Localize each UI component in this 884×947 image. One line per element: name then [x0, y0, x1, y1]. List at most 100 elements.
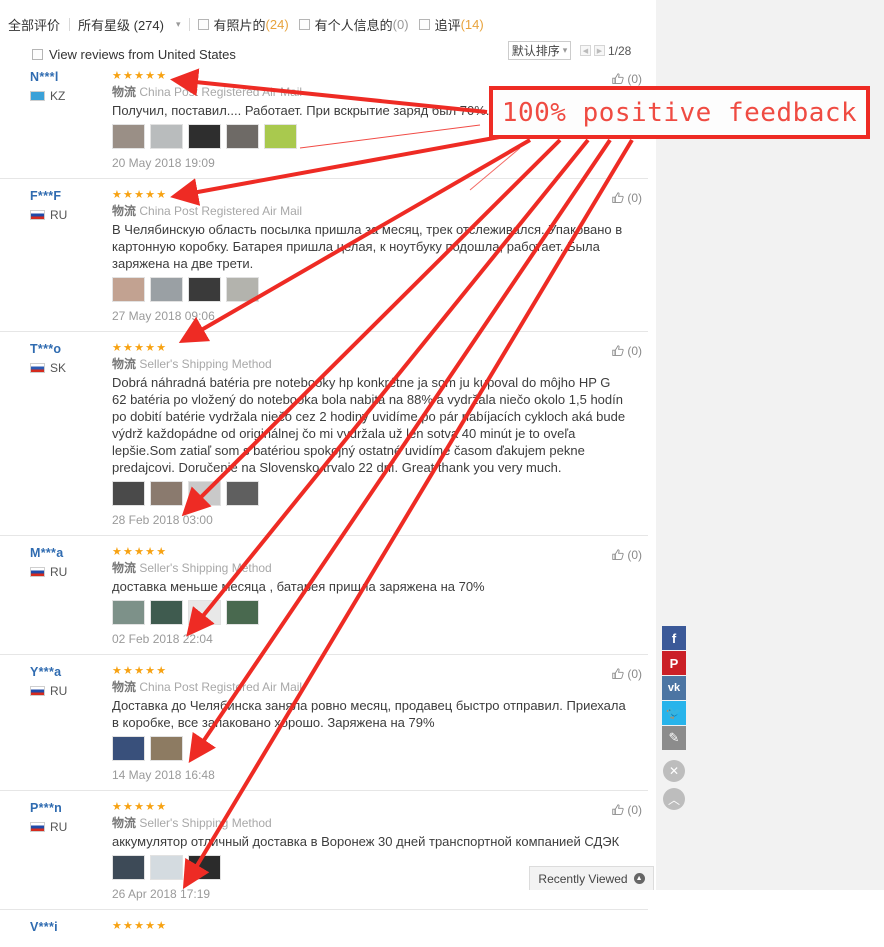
- filter-followup-count: (14): [460, 16, 484, 32]
- review-photo-thumbnail[interactable]: [226, 277, 259, 302]
- review-username[interactable]: Y***a: [30, 665, 112, 679]
- review-username[interactable]: M***a: [30, 546, 112, 560]
- filter-with-personal-info[interactable]: 有个人信息的 (0): [298, 15, 409, 34]
- rating-stars: ★★★★★: [112, 665, 168, 677]
- chevron-down-icon[interactable]: ▾: [176, 19, 181, 30]
- divider-2: [188, 17, 190, 31]
- review-photo-thumbnail[interactable]: [112, 277, 145, 302]
- helpful-vote[interactable]: (0): [611, 667, 642, 681]
- review-username[interactable]: F***F: [30, 189, 112, 203]
- vk-icon[interactable]: vk: [662, 676, 686, 700]
- review-date: 20 May 2018 19:09: [112, 156, 215, 170]
- page-indicator: 1/28: [608, 43, 632, 58]
- review-photo-thumbnail[interactable]: [150, 736, 183, 761]
- country-flag-icon: [30, 210, 45, 220]
- scroll-to-top-icon[interactable]: ︿: [663, 788, 685, 810]
- checkbox-view-country-reviews[interactable]: [32, 48, 43, 60]
- close-icon[interactable]: ✕: [663, 760, 685, 782]
- review-photo-thumbnail[interactable]: [112, 855, 145, 880]
- review-username[interactable]: P***n: [30, 801, 112, 815]
- review-photo-thumbnail[interactable]: [112, 481, 145, 506]
- next-page-button[interactable]: ▶: [594, 45, 605, 56]
- review-photo-thumbnail[interactable]: [226, 481, 259, 506]
- helpful-vote[interactable]: (0): [611, 72, 642, 86]
- helpful-vote[interactable]: (0): [611, 344, 642, 358]
- review-country: RU: [30, 565, 112, 579]
- review-photo-thumbnail[interactable]: [188, 855, 221, 880]
- checkbox-followup[interactable]: [418, 18, 430, 30]
- review-photo-thumbnail[interactable]: [150, 855, 183, 880]
- review-date: 02 Feb 2018 22:04: [112, 632, 213, 646]
- chevron-up-icon[interactable]: ▲: [633, 873, 645, 884]
- review-photo-thumbnail[interactable]: [112, 600, 145, 625]
- review-photo-thumbnail[interactable]: [188, 124, 221, 149]
- review-photo-thumbnail[interactable]: [226, 600, 259, 625]
- review-item: T***o SK ★★★★★ 物流 Seller's Shipping Method D…: [0, 331, 648, 535]
- review-photo-thumbnail[interactable]: [188, 277, 221, 302]
- review-username[interactable]: V***i: [30, 920, 112, 934]
- review-username[interactable]: N***l: [30, 70, 112, 84]
- review-photo-thumbnail[interactable]: [112, 124, 145, 149]
- filter-all-reviews[interactable]: 全部评价: [8, 15, 69, 34]
- recently-viewed-bar[interactable]: Recently Viewed ▲: [529, 866, 654, 890]
- review-country-label: RU: [50, 565, 68, 579]
- review-filter-bar: 全部评价 所有星级 (274) ▾ 有照片的 (24) 有个人信息的 (0) 追…: [0, 10, 656, 38]
- review-username[interactable]: T***o: [30, 342, 112, 356]
- annotation-text: 100% positive feedback: [501, 97, 858, 128]
- share-rail: f Pvk 🐦 ✎ ✕ ︿: [662, 626, 686, 810]
- review-body: ★★★★★: [112, 920, 648, 939]
- edit-pencil-icon[interactable]: ✎: [662, 726, 686, 750]
- review-country: RU: [30, 684, 112, 698]
- review-country-label: KZ: [50, 89, 66, 103]
- checkbox-with-personal-info[interactable]: [298, 18, 310, 30]
- review-photo-thumbnail[interactable]: [264, 124, 297, 149]
- review-author-block: V***i: [0, 920, 112, 939]
- filter-followup[interactable]: 追评 (14): [418, 15, 484, 34]
- review-photo-thumbnail[interactable]: [150, 600, 183, 625]
- recently-viewed-label: Recently Viewed: [538, 871, 628, 886]
- filter-all-stars[interactable]: 所有星级 (274): [78, 15, 173, 34]
- prev-page-button[interactable]: ◀: [580, 45, 591, 56]
- rating-stars: ★★★★★: [112, 920, 168, 932]
- review-body: ★★★★★ 物流 China Post Registered Air Mail В …: [112, 189, 648, 323]
- twitter-icon[interactable]: 🐦: [662, 701, 686, 725]
- pinterest-icon[interactable]: P: [662, 651, 686, 675]
- review-country-label: SK: [50, 361, 67, 375]
- review-photo-thumbnail[interactable]: [112, 736, 145, 761]
- review-text: Доставка до Челябинска заняла ровно меся…: [112, 698, 626, 730]
- shipping-method: 物流 Seller's Shipping Method: [112, 816, 272, 830]
- filter-with-photos[interactable]: 有照片的 (24): [197, 15, 289, 34]
- review-photo-thumbnail[interactable]: [188, 481, 221, 506]
- review-author-block: N***l KZ: [0, 70, 112, 170]
- shipping-method: 物流 China Post Registered Air Mail: [112, 680, 303, 694]
- review-photo-thumbnail[interactable]: [150, 124, 183, 149]
- helpful-vote-count: (0): [627, 191, 642, 205]
- filter-with-photos-label: 有照片的: [213, 17, 266, 33]
- review-item: P***n RU ★★★★★ 物流 Seller's Shipping Method а…: [0, 790, 648, 909]
- review-photo-strip: [112, 277, 636, 302]
- reviews-list: N***l KZ ★★★★★ 物流 China Post Registered Air…: [0, 60, 648, 947]
- checkbox-with-photos[interactable]: [197, 18, 209, 30]
- thumbs-up-icon: [612, 668, 624, 679]
- helpful-vote[interactable]: (0): [611, 191, 642, 205]
- review-photo-thumbnail[interactable]: [150, 277, 183, 302]
- sort-dropdown[interactable]: 默认排序 ▾: [508, 41, 571, 60]
- filter-with-personal-info-count: (0): [392, 16, 409, 32]
- shipping-method: 物流 Seller's Shipping Method: [112, 561, 272, 575]
- helpful-vote[interactable]: (0): [611, 548, 642, 562]
- review-country: RU: [30, 820, 112, 834]
- review-photo-thumbnail[interactable]: [226, 124, 259, 149]
- review-photo-thumbnail[interactable]: [150, 481, 183, 506]
- review-country-label: RU: [50, 208, 68, 222]
- review-photo-thumbnail[interactable]: [188, 600, 221, 625]
- filter-with-photos-count: (24): [265, 16, 289, 32]
- review-item: M***a RU ★★★★★ 物流 Seller's Shipping Method д…: [0, 535, 648, 654]
- rating-stars: ★★★★★: [112, 70, 168, 82]
- helpful-vote[interactable]: (0): [611, 803, 642, 817]
- country-flag-icon: [30, 686, 45, 696]
- review-text: доставка меньше месяца , батарея пришла …: [112, 579, 485, 594]
- thumbs-up-icon: [612, 804, 624, 815]
- review-photo-strip: [112, 481, 636, 506]
- facebook-icon[interactable]: f: [662, 626, 686, 650]
- filter-followup-label: 追评: [434, 17, 461, 33]
